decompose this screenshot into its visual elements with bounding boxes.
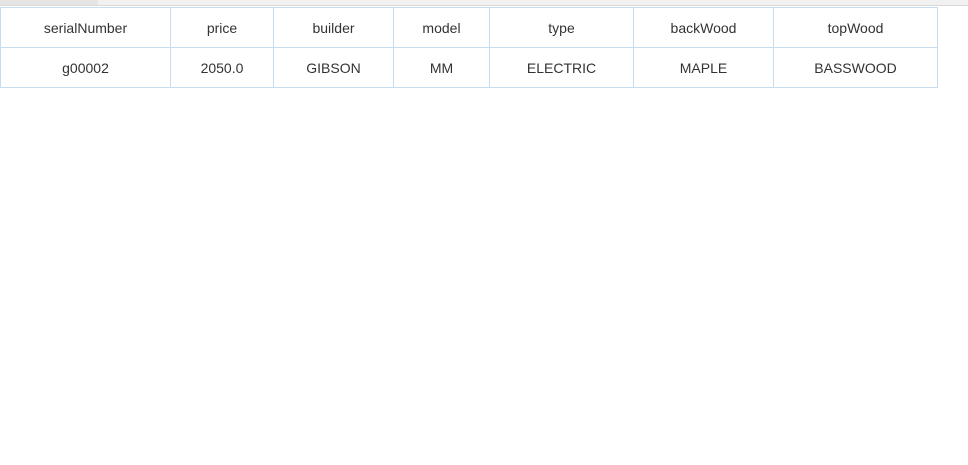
cell-model: MM [393, 47, 490, 88]
cell-serial-number: g00002 [0, 47, 171, 88]
column-header-model: model [393, 7, 490, 48]
column-header-serial-number: serialNumber [0, 7, 171, 48]
header-row: serialNumber price builder model type ba… [0, 7, 938, 48]
cell-top-wood: BASSWOOD [773, 47, 938, 88]
table-row: g00002 2050.0 GIBSON MM ELECTRIC MAPLE B… [0, 47, 938, 88]
cell-builder: GIBSON [273, 47, 394, 88]
browser-tab-edge [0, 0, 98, 5]
cell-price: 2050.0 [170, 47, 274, 88]
cell-type: ELECTRIC [489, 47, 634, 88]
column-header-price: price [170, 7, 274, 48]
column-header-back-wood: backWood [633, 7, 774, 48]
column-header-type: type [489, 7, 634, 48]
table-body: g00002 2050.0 GIBSON MM ELECTRIC MAPLE B… [0, 47, 938, 88]
table-header: serialNumber price builder model type ba… [0, 7, 938, 48]
column-header-builder: builder [273, 7, 394, 48]
cell-back-wood: MAPLE [633, 47, 774, 88]
column-header-top-wood: topWood [773, 7, 938, 48]
browser-top-strip [0, 0, 968, 6]
guitar-table: serialNumber price builder model type ba… [0, 7, 938, 88]
